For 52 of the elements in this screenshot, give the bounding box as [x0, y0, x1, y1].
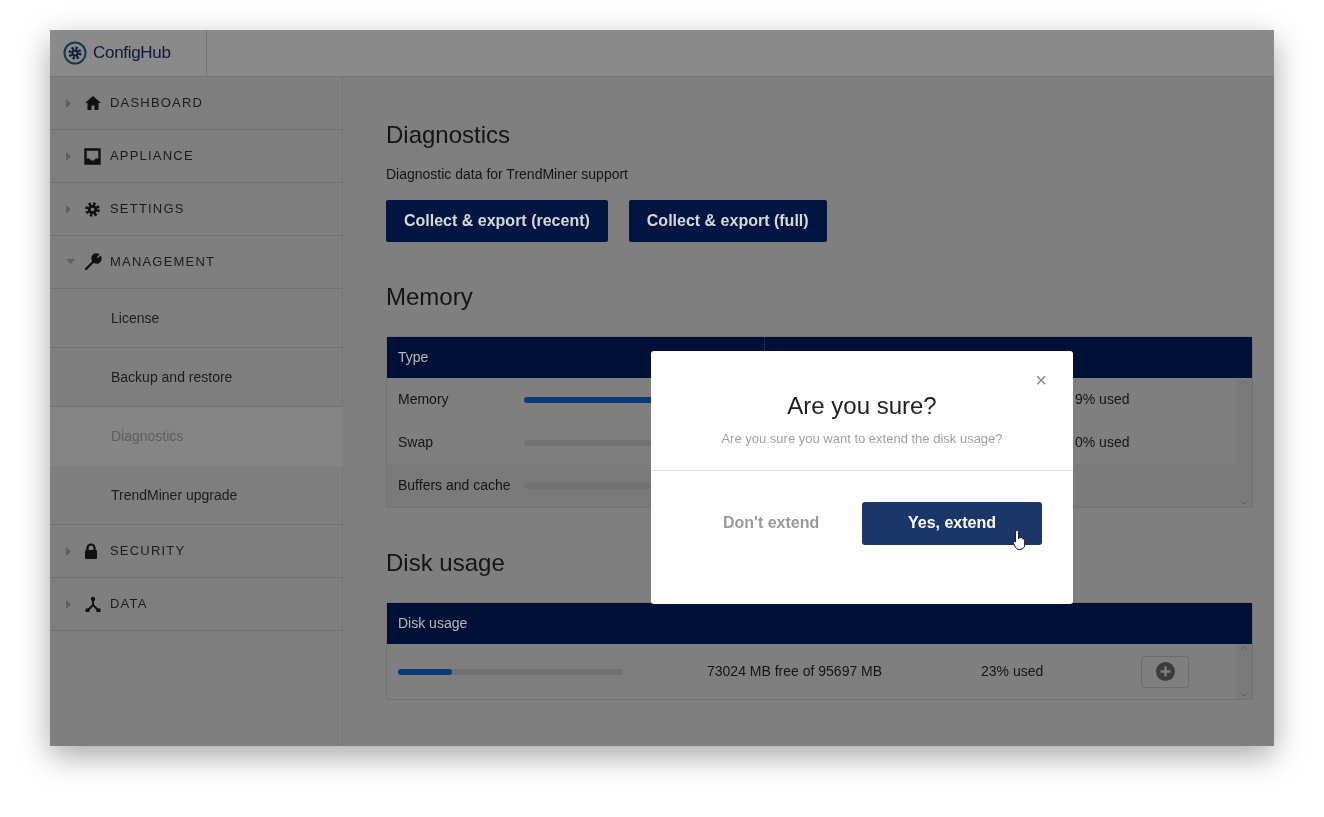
caret-right-icon — [66, 546, 72, 556]
scrollbar[interactable] — [1236, 378, 1252, 507]
gear-icon — [84, 200, 101, 218]
caret-right-icon — [66, 98, 72, 108]
sidebar-item[interactable]: SECURITY — [50, 525, 342, 578]
section-heading: Disk usage — [386, 548, 506, 578]
caret-right-icon — [66, 204, 72, 214]
table-cell-text: Memory — [398, 390, 450, 409]
cancel-button[interactable]: Don't extend — [723, 511, 823, 535]
sidebar-item-label: SETTINGS — [110, 200, 185, 219]
sidebar-item[interactable]: MANAGEMENT — [50, 236, 342, 289]
sidebar-item[interactable]: APPLIANCE — [50, 130, 342, 183]
table-cell-text: Buffers and cache — [398, 476, 512, 495]
app-logo-text: ConfigHub — [93, 42, 171, 65]
table-cell-text: 9% used — [1075, 390, 1130, 409]
add-button[interactable] — [1141, 655, 1189, 688]
network-icon — [84, 595, 102, 613]
plus-circle-icon — [1155, 662, 1175, 681]
caret-right-icon — [66, 151, 72, 161]
sidebar-item[interactable]: DASHBOARD — [50, 77, 342, 130]
table-cell-text: 23% used — [981, 662, 1045, 681]
sidebar-item-label: DATA — [110, 595, 148, 614]
sidebar-subitem[interactable]: License — [50, 289, 342, 348]
close-button[interactable]: × — [1035, 369, 1047, 391]
section-description: Diagnostic data for TrendMiner support — [386, 165, 629, 184]
table-cell-text: 73024 MB free of 95697 MB — [707, 662, 884, 681]
export-button[interactable]: Collect & export (full) — [628, 200, 827, 242]
column-header: Disk usage — [397, 614, 468, 633]
sidebar-item-label: APPLIANCE — [110, 147, 194, 166]
caret-right-icon — [66, 599, 72, 609]
scrollbar[interactable] — [1236, 644, 1252, 699]
sidebar-item[interactable]: SETTINGS — [50, 183, 342, 236]
sidebar-subitem[interactable]: TrendMiner upgrade — [50, 466, 342, 525]
home-icon — [84, 95, 102, 111]
hand-cursor-icon — [1012, 528, 1028, 551]
table-cell-text: 0% used — [1075, 433, 1130, 452]
wrench-icon — [84, 253, 102, 271]
export-button[interactable]: Collect & export (recent) — [386, 200, 608, 242]
sidebar-item-label: DASHBOARD — [110, 94, 204, 113]
section-heading: Diagnostics — [386, 120, 512, 150]
gear-logo-icon — [63, 41, 87, 65]
section-heading: Memory — [386, 282, 474, 312]
dialog-message: Are you sure you want to extend the disk usage? — [721, 430, 1003, 448]
tray-icon — [84, 147, 101, 165]
caret-down-icon — [66, 259, 75, 265]
sidebar-item[interactable]: DATA — [50, 578, 342, 631]
sidebar-item-label: SECURITY — [110, 542, 186, 561]
table-cell-text: Swap — [398, 433, 435, 452]
sidebar-item-label: MANAGEMENT — [110, 253, 216, 272]
dialog-title: Are you sure? — [787, 391, 937, 421]
lock-icon — [84, 542, 98, 560]
confirm-button[interactable]: Yes, extend — [862, 501, 1042, 545]
